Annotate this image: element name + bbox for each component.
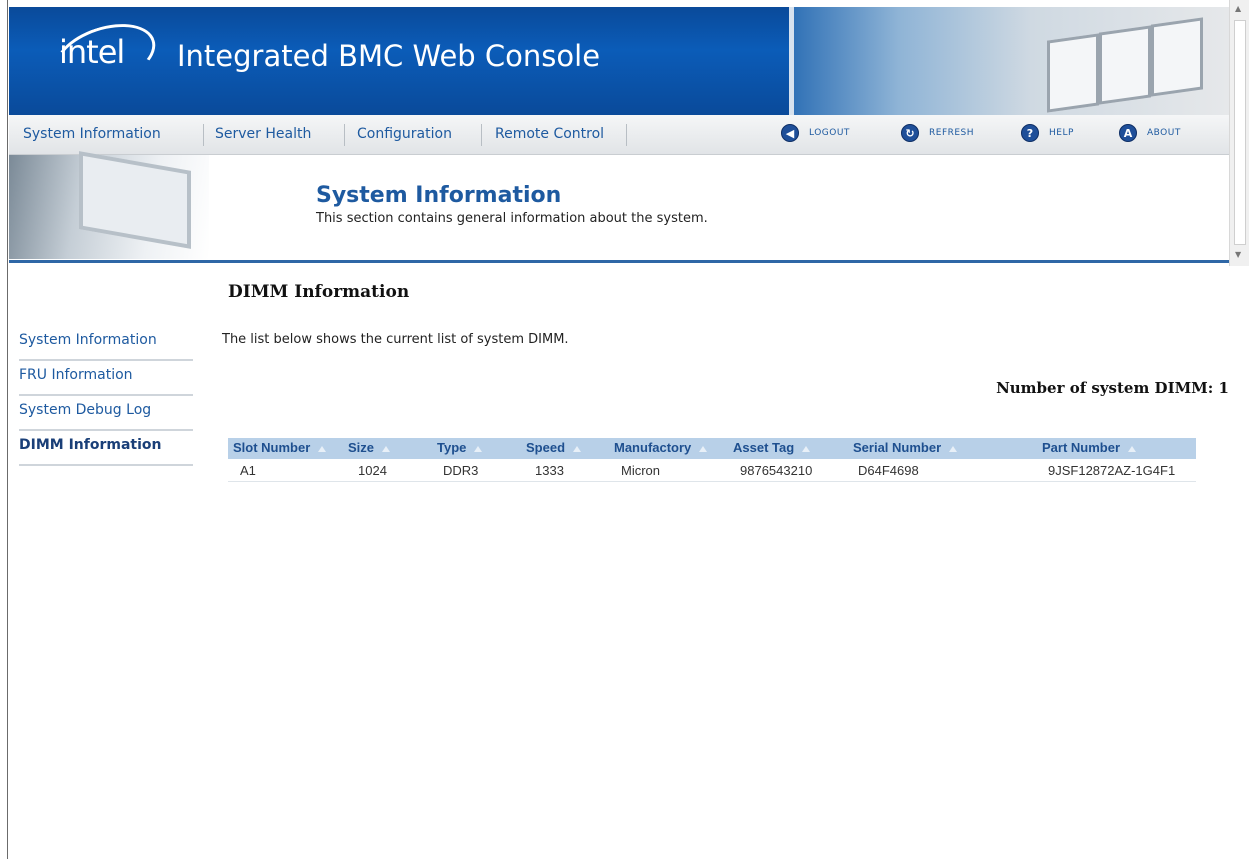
sort-arrow-icon (318, 445, 327, 452)
sort-arrow-icon (382, 445, 391, 452)
column-header-type[interactable]: Type (437, 440, 483, 455)
laptop-image (79, 151, 191, 249)
monitor-image (1099, 25, 1151, 105)
window-edge (0, 0, 8, 859)
tab-remote-control[interactable]: Remote Control (495, 126, 604, 142)
bmc-console-page: intel Integrated BMC Web Console System … (0, 0, 1249, 859)
cell-part-number: 9JSF12872AZ-1G4F1 (1048, 463, 1176, 478)
section-photo (9, 151, 209, 259)
cell-size: 1024 (358, 463, 387, 478)
cell-speed: 1333 (535, 463, 564, 478)
column-label: Slot Number (233, 440, 311, 455)
column-header-size[interactable]: Size (348, 440, 391, 455)
column-header-slot-number[interactable]: Slot Number (233, 440, 327, 455)
dimm-table: Slot Number Size Type Speed Manufactory … (228, 438, 1196, 482)
cell-slot-number: A1 (240, 463, 256, 478)
about-button[interactable]: A ABOUT (1119, 124, 1181, 142)
nav-divider (626, 124, 627, 146)
about-label: ABOUT (1147, 128, 1181, 138)
logout-icon: ◀ (781, 124, 799, 142)
nav-divider (203, 124, 204, 146)
monitor-image (1047, 33, 1099, 113)
section-header: System Information This section contains… (9, 151, 1229, 263)
monitor-image (1151, 17, 1203, 97)
column-header-asset-tag[interactable]: Asset Tag (733, 440, 811, 455)
banner-photo (789, 7, 1229, 115)
column-header-part-number[interactable]: Part Number (1042, 440, 1137, 455)
column-header-serial-number[interactable]: Serial Number (853, 440, 958, 455)
column-label: Manufactory (614, 440, 692, 455)
sort-arrow-icon (1128, 445, 1137, 452)
cell-asset-tag: 9876543210 (740, 463, 813, 478)
cell-serial-number: D64F4698 (858, 463, 919, 478)
column-label: Asset Tag (733, 440, 795, 455)
header-banner: intel Integrated BMC Web Console (9, 7, 1229, 115)
page-bottom (9, 855, 1229, 859)
intel-logo: intel (59, 33, 125, 71)
sort-arrow-icon (949, 445, 958, 452)
table-row: A1 1024 DDR3 1333 Micron 9876543210 D64F… (228, 459, 1196, 482)
scrollbar[interactable]: ▲ ▼ (1229, 0, 1249, 266)
help-button[interactable]: ? HELP (1021, 124, 1074, 142)
section-subtitle: This section contains general informatio… (316, 211, 708, 226)
sidebar-item-system-debug-log[interactable]: System Debug Log (19, 396, 193, 431)
banner-divider (789, 7, 794, 115)
column-label: Type (437, 440, 467, 455)
section-title: System Information (316, 183, 562, 208)
help-icon: ? (1021, 124, 1039, 142)
tab-server-health[interactable]: Server Health (215, 126, 311, 142)
column-label: Size (348, 440, 375, 455)
scroll-thumb[interactable] (1234, 20, 1246, 245)
sidebar-item-system-information[interactable]: System Information (19, 326, 193, 361)
logout-button[interactable]: ◀ LOGOUT (781, 124, 850, 142)
refresh-button[interactable]: ↻ REFRESH (901, 124, 974, 142)
sidebar-item-dimm-information[interactable]: DIMM Information (19, 431, 193, 466)
table-header: Slot Number Size Type Speed Manufactory … (228, 438, 1196, 459)
column-label: Serial Number (853, 440, 942, 455)
sort-arrow-icon (573, 445, 582, 452)
tab-system-information[interactable]: System Information (23, 126, 161, 142)
dimm-count: Number of system DIMM: 1 (996, 379, 1229, 397)
sidebar-item-fru-information[interactable]: FRU Information (19, 361, 193, 396)
page-title: DIMM Information (228, 282, 410, 302)
column-header-speed[interactable]: Speed (526, 440, 582, 455)
refresh-label: REFRESH (929, 128, 975, 138)
logout-label: LOGOUT (809, 128, 850, 138)
scroll-up-icon[interactable]: ▲ (1235, 4, 1241, 13)
sort-arrow-icon (802, 445, 811, 452)
nav-divider (481, 124, 482, 146)
top-nav: System Information Server Health Configu… (9, 115, 1229, 155)
console-title: Integrated BMC Web Console (177, 39, 601, 73)
page-description: The list below shows the current list of… (222, 332, 569, 347)
cell-type: DDR3 (443, 463, 479, 478)
column-header-manufactory[interactable]: Manufactory (614, 440, 708, 455)
column-label: Speed (526, 440, 566, 455)
about-icon: A (1119, 124, 1137, 142)
sidebar: System Information FRU Information Syste… (19, 326, 193, 466)
help-label: HELP (1049, 128, 1074, 138)
column-label: Part Number (1042, 440, 1121, 455)
scroll-down-icon[interactable]: ▼ (1235, 250, 1241, 259)
tab-configuration[interactable]: Configuration (357, 126, 452, 142)
sort-arrow-icon (699, 445, 708, 452)
refresh-icon: ↻ (901, 124, 919, 142)
sort-arrow-icon (474, 445, 483, 452)
cell-manufactory: Micron (621, 463, 661, 478)
nav-divider (344, 124, 345, 146)
